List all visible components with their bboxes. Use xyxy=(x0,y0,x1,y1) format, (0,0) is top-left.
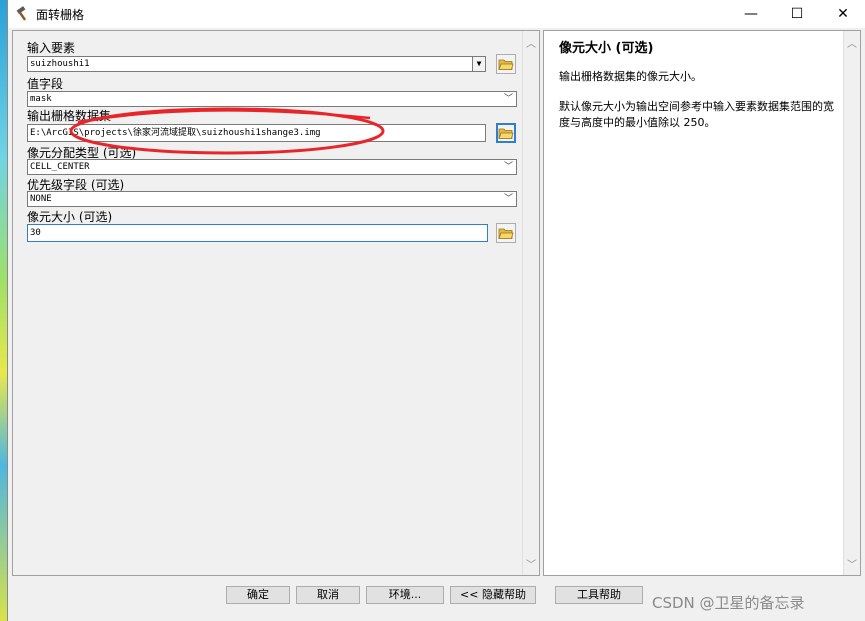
hammer-icon xyxy=(16,6,27,21)
minimize-button[interactable]: — xyxy=(728,0,774,28)
scroll-up-icon[interactable]: ︿ xyxy=(844,35,860,50)
title-bar: 面转栅格 — ☐ ✕ xyxy=(8,0,865,28)
help-paragraph: 默认像元大小为输出空间参考中输入要素数据集范围的宽度与高度中的最小值除以 250… xyxy=(559,100,834,129)
close-button[interactable]: ✕ xyxy=(820,0,865,28)
hide-help-button[interactable]: << 隐藏帮助 xyxy=(450,586,536,604)
cell-size-browse-button[interactable] xyxy=(496,223,516,243)
cell-assignment-combo[interactable]: CELL_CENTER ﹀ xyxy=(27,159,517,175)
close-icon: ✕ xyxy=(837,6,849,22)
chevron-down-icon: ﹀ xyxy=(503,162,513,172)
minimize-icon: — xyxy=(744,6,758,22)
output-raster-input[interactable]: E:\ArcGIS\projects\徐家河流域提取\suizhoushi1sh… xyxy=(27,124,486,142)
parameters-panel: 输入要素 suizhoushi1 ▼ 值字段 mask ﹀ 输出栅格数据集 E:… xyxy=(12,30,540,576)
input-features-combo[interactable]: suizhoushi1 ▼ xyxy=(27,56,486,72)
value-field-value: mask xyxy=(30,94,52,104)
help-title: 像元大小 (可选) xyxy=(559,41,654,56)
priority-field-value: NONE xyxy=(30,194,52,204)
tool-help-button[interactable]: 工具帮助 xyxy=(555,586,643,604)
chevron-down-icon: ﹀ xyxy=(503,94,513,104)
tool-dialog: 面转栅格 — ☐ ✕ 输入要素 suizhoushi1 ▼ 值字段 mask ﹀… xyxy=(7,0,865,621)
dropdown-arrow-icon[interactable]: ▼ xyxy=(472,57,485,71)
input-features-value: suizhoushi1 xyxy=(30,59,90,69)
output-raster-browse-button[interactable] xyxy=(496,123,516,143)
environments-button[interactable]: 环境... xyxy=(366,586,444,604)
help-paragraph: 输出栅格数据集的像元大小。 xyxy=(559,70,702,83)
input-features-browse-button[interactable] xyxy=(496,54,516,74)
scroll-up-icon[interactable]: ︿ xyxy=(523,35,539,50)
parameters-scrollbar[interactable]: ︿ ﹀ xyxy=(522,31,539,575)
maximize-icon: ☐ xyxy=(790,6,804,22)
cancel-button[interactable]: 取消 xyxy=(296,586,360,604)
cell-size-label: 像元大小 (可选) xyxy=(27,210,113,224)
watermark: CSDN @卫星的备忘录 xyxy=(652,594,805,612)
output-raster-label: 输出栅格数据集 xyxy=(27,109,112,123)
chevron-down-icon: ﹀ xyxy=(503,194,513,204)
cell-size-input[interactable]: 30 xyxy=(27,224,488,242)
folder-open-icon xyxy=(498,59,514,70)
folder-open-icon xyxy=(498,128,514,139)
maximize-button[interactable]: ☐ xyxy=(774,0,820,28)
help-scrollbar[interactable]: ︿ ﹀ xyxy=(843,31,860,575)
ok-button[interactable]: 确定 xyxy=(226,586,290,604)
scroll-down-icon[interactable]: ﹀ xyxy=(523,556,539,571)
value-field-label: 值字段 xyxy=(27,77,64,91)
help-panel: 像元大小 (可选) 输出栅格数据集的像元大小。 默认像元大小为输出空间参考中输入… xyxy=(543,30,861,576)
scroll-down-icon[interactable]: ﹀ xyxy=(844,556,860,571)
priority-field-combo[interactable]: NONE ﹀ xyxy=(27,191,517,207)
window-title: 面转栅格 xyxy=(36,8,85,22)
cell-assignment-value: CELL_CENTER xyxy=(30,162,90,172)
value-field-combo[interactable]: mask ﹀ xyxy=(27,91,517,107)
input-features-label: 输入要素 xyxy=(27,41,76,55)
folder-open-icon xyxy=(498,228,514,239)
